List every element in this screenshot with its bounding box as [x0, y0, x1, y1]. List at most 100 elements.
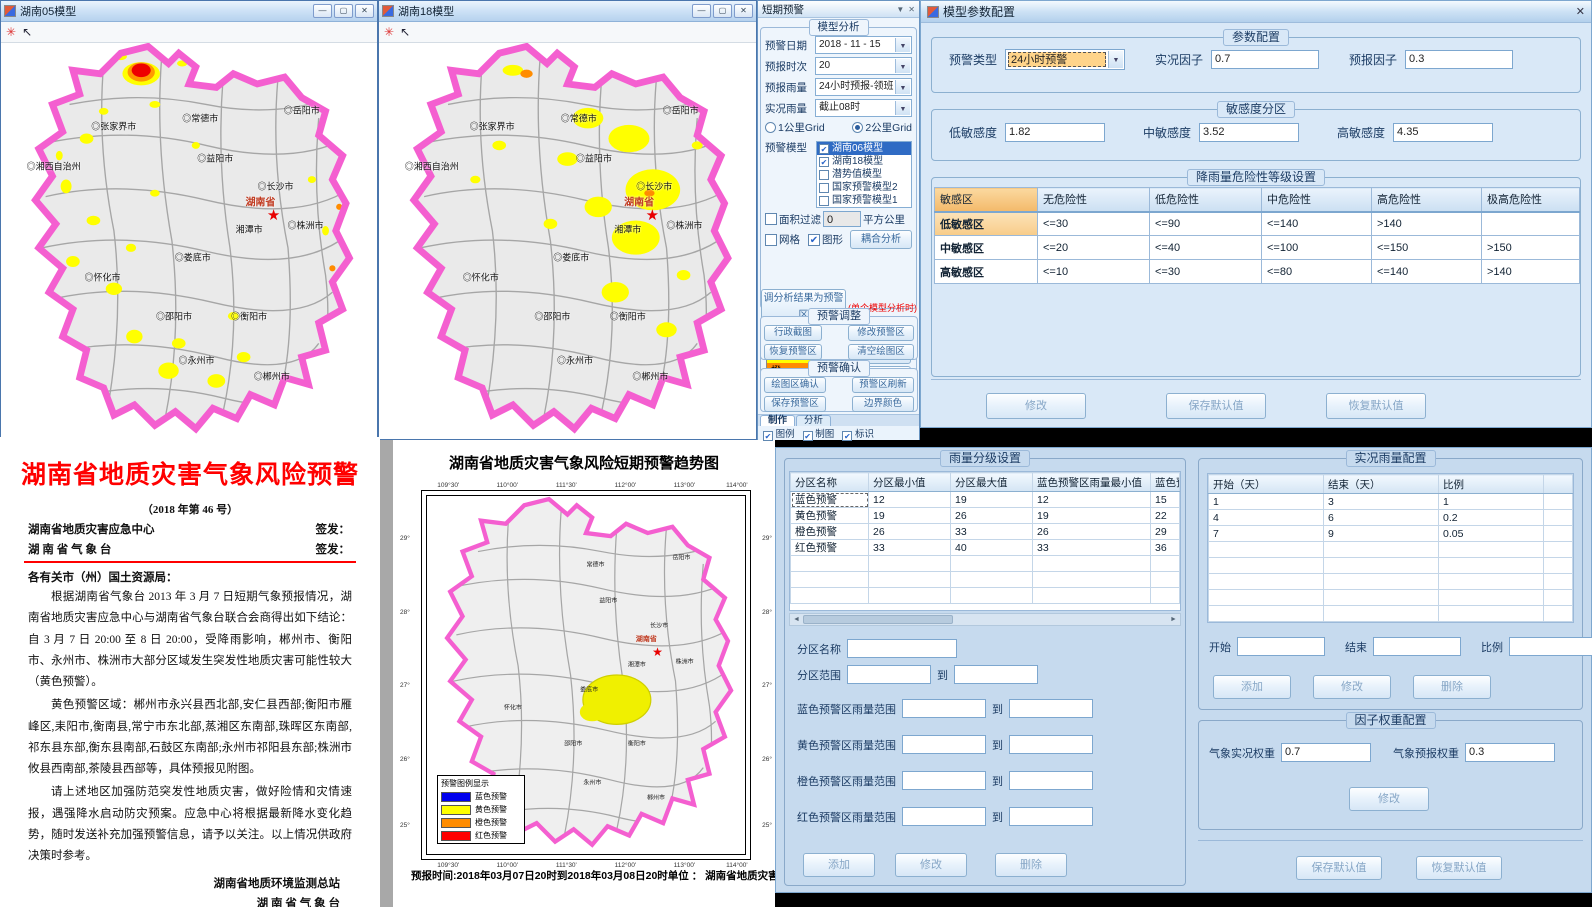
column-header[interactable]: 比例	[1439, 475, 1544, 494]
cell[interactable]: 中敏感区	[935, 236, 1038, 260]
table-row[interactable]: 低敏感区 <=30 <=90 <=140 >140	[935, 212, 1580, 236]
yellow-range-min-input[interactable]	[902, 735, 986, 754]
low-sens-input[interactable]: 1.82	[1005, 123, 1105, 142]
legend-checkbox[interactable]: ✔	[763, 431, 773, 441]
cell[interactable]: 19	[869, 508, 951, 524]
column-header[interactable]: 低危险性	[1150, 188, 1262, 212]
label-checkbox[interactable]: ✔	[842, 431, 852, 441]
cell[interactable]: 26	[951, 508, 1033, 524]
weight-modify-button[interactable]: 修改	[1349, 787, 1429, 811]
actual-weight-input[interactable]: 0.7	[1281, 743, 1371, 762]
cell[interactable]: 19	[951, 492, 1033, 508]
cell[interactable]: <=100	[1262, 236, 1372, 260]
cell[interactable]: <=20	[1038, 236, 1150, 260]
cell[interactable]: >150	[1482, 236, 1580, 260]
model-item[interactable]: ✔ 湖南06模型	[817, 142, 911, 155]
area-filter-input[interactable]: 0	[823, 211, 861, 227]
table-row[interactable]: 中敏感区 <=20 <=40 <=100 <=150 >150	[935, 236, 1580, 260]
cell[interactable]: 12	[869, 492, 951, 508]
cell[interactable]: 19	[1033, 508, 1151, 524]
checkbox[interactable]	[819, 170, 829, 180]
actual-rain-select[interactable]: 截止08时 ▼	[815, 99, 912, 117]
cell[interactable]: <=40	[1150, 236, 1262, 260]
cell[interactable]: 蓝色预警	[791, 492, 869, 508]
clear-draw-zone-button[interactable]: 清空绘图区	[848, 344, 914, 360]
cell[interactable]: 40	[951, 540, 1033, 556]
cell[interactable]: 红色预警	[791, 540, 869, 556]
tab-analysis[interactable]: 分析	[796, 415, 831, 426]
cell[interactable]: 22	[1151, 508, 1180, 524]
cell[interactable]: <=140	[1262, 212, 1372, 236]
red-range-min-input[interactable]	[902, 807, 986, 826]
window-titlebar[interactable]: 湖南05模型 — ▢ ✕	[1, 1, 377, 22]
graph-checkbox[interactable]: ✔	[808, 234, 820, 246]
cell[interactable]: 7	[1209, 526, 1324, 542]
end-input[interactable]	[1373, 637, 1461, 656]
zone-range-max-input[interactable]	[954, 665, 1038, 684]
orange-range-max-input[interactable]	[1009, 771, 1093, 790]
minimize-button[interactable]: —	[313, 4, 332, 18]
actual-rain-table[interactable]: 开始（天） 结束（天） 比例 1 3 1 4 6 0.2 7 9	[1208, 474, 1573, 622]
scrollbar-thumb[interactable]	[803, 615, 953, 624]
model-checklist[interactable]: ✔ 湖南06模型 ✔ 湖南18模型 潜势值模型 国家预警模型2 国家预警模型1	[816, 141, 912, 208]
chevron-down-icon[interactable]: ▼	[895, 38, 910, 52]
ratio-input[interactable]	[1509, 637, 1592, 656]
cell[interactable]: 1	[1209, 494, 1324, 510]
zone-name-input[interactable]	[847, 639, 957, 658]
table-row[interactable]: 4 6 0.2	[1209, 510, 1573, 526]
table-row[interactable]: 高敏感区 <=10 <=30 <=80 <=140 >140	[935, 260, 1580, 284]
cell[interactable]: 3	[1324, 494, 1439, 510]
warn-type-select[interactable]: 24小时预警 ▼	[1005, 49, 1125, 70]
high-sens-input[interactable]: 4.35	[1393, 123, 1493, 142]
cursor-icon[interactable]: ↖	[400, 25, 410, 39]
cell[interactable]: 高敏感区	[935, 260, 1038, 284]
actual-factor-input[interactable]: 0.7	[1211, 50, 1319, 69]
radio-2km-grid[interactable]	[852, 122, 863, 133]
cell[interactable]: 12	[1033, 492, 1151, 508]
column-header[interactable]: 敏感区	[935, 188, 1038, 212]
column-header[interactable]: 蓝色预	[1151, 473, 1180, 492]
save-defaults-button[interactable]: 保存默认值	[1296, 856, 1382, 880]
table-row[interactable]: 蓝色预警 12 19 12 15	[791, 492, 1180, 508]
checkbox-checked[interactable]: ✔	[819, 144, 829, 154]
actual-modify-button[interactable]: 修改	[1313, 675, 1391, 699]
column-header[interactable]	[1544, 475, 1573, 494]
grade-add-button[interactable]: 添加	[803, 853, 875, 877]
cell[interactable]: 26	[869, 524, 951, 540]
minimize-button[interactable]: —	[692, 4, 711, 18]
checkbox[interactable]	[819, 196, 829, 206]
column-header[interactable]: 分区最小值	[869, 473, 951, 492]
cell[interactable]: 15	[1151, 492, 1180, 508]
cursor-icon[interactable]: ↖	[22, 25, 32, 39]
cell[interactable]: 33	[951, 524, 1033, 540]
restore-defaults-button[interactable]: 恢复默认值	[1416, 856, 1502, 880]
cell[interactable]: <=140	[1372, 260, 1482, 284]
blue-range-min-input[interactable]	[902, 699, 986, 718]
close-button[interactable]: ✕	[355, 4, 374, 18]
dialog-titlebar[interactable]: 模型参数配置 ✕	[921, 1, 1591, 23]
panel-titlebar[interactable]: 短期预警 ▼ ✕	[758, 1, 919, 18]
window-titlebar[interactable]: 湖南18模型 — ▢ ✕	[379, 1, 756, 22]
cell[interactable]: >140	[1482, 260, 1580, 284]
layers-icon[interactable]: ✳	[6, 25, 16, 39]
column-header[interactable]: 极高危险性	[1482, 188, 1580, 212]
cell[interactable]: 36	[1151, 540, 1180, 556]
column-header[interactable]: 分区最大值	[951, 473, 1033, 492]
grid-checkbox[interactable]	[765, 234, 777, 246]
column-header[interactable]: 无危险性	[1038, 188, 1150, 212]
actual-add-button[interactable]: 添加	[1213, 675, 1291, 699]
close-button[interactable]: ✕	[734, 4, 753, 18]
cell[interactable]	[1482, 212, 1580, 236]
cell[interactable]: 6	[1324, 510, 1439, 526]
scroll-left-icon[interactable]: ◄	[790, 616, 803, 623]
cell[interactable]: 9	[1324, 526, 1439, 542]
cell[interactable]: <=30	[1038, 212, 1150, 236]
cell[interactable]: 低敏感区	[935, 212, 1038, 236]
chevron-down-icon[interactable]: ▼	[895, 101, 910, 115]
tab-make[interactable]: 制作	[760, 415, 795, 426]
forecast-rain-select[interactable]: 24小时预报-领班 ▼	[815, 78, 912, 96]
model-item[interactable]: 国家预警模型1	[817, 194, 911, 207]
chevron-down-icon[interactable]: ▼	[1108, 51, 1123, 68]
warning-date-select[interactable]: 2018 - 11 - 15 ▼	[815, 36, 912, 54]
cell[interactable]: 0.2	[1439, 510, 1544, 526]
